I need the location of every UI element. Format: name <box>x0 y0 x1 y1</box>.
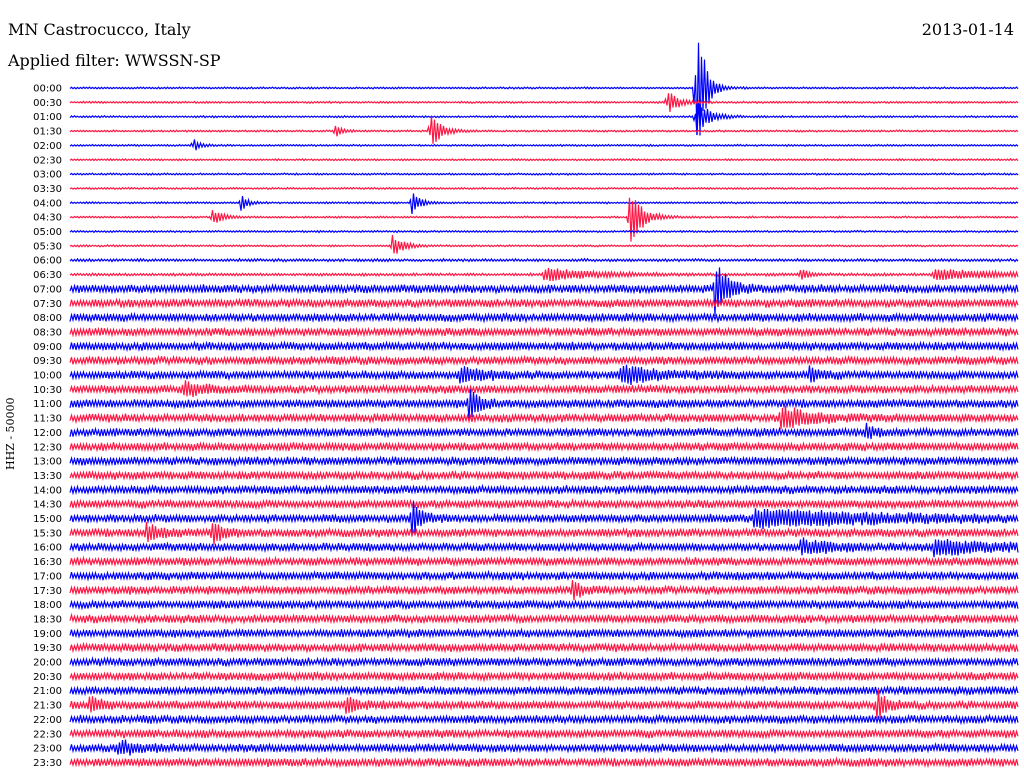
trace-1530 <box>69 522 1019 545</box>
hour-tick-label: 11:30 <box>33 414 62 425</box>
trace-1200 <box>69 422 1019 440</box>
trace-2330 <box>69 756 1019 769</box>
trace-1900 <box>69 627 1019 640</box>
trace-0330 <box>69 186 1019 191</box>
trace-1800 <box>69 598 1019 611</box>
hour-tick-label: 05:30 <box>33 241 62 252</box>
trace-0600 <box>69 257 1019 263</box>
trace-0630 <box>69 267 1019 282</box>
hour-tick-label: 19:00 <box>33 629 62 640</box>
trace-0130 <box>69 116 1019 144</box>
hour-tick-label: 12:30 <box>33 442 62 453</box>
trace-1830 <box>69 612 1019 626</box>
hour-tick-label: 20:30 <box>33 672 62 683</box>
hour-tick-label: 13:30 <box>33 471 62 482</box>
hour-tick-label: 15:00 <box>33 514 62 525</box>
trace-1630 <box>69 555 1019 568</box>
seismogram-plot: 00:00 00:30 01:00 01:30 02:00 02:30 03:00 03:30… <box>33 42 1019 769</box>
hour-tick-label: 14:30 <box>33 500 62 511</box>
hour-tick-label: 00:00 <box>33 84 62 95</box>
hour-tick-label: 16:00 <box>33 543 62 554</box>
trace-1000 <box>69 364 1019 386</box>
hour-tick-label: 10:30 <box>33 385 62 396</box>
trace-1300 <box>69 455 1019 468</box>
hour-tick-label: 07:30 <box>33 299 62 310</box>
trace-0000 <box>69 42 1019 136</box>
hour-tick-label: 08:00 <box>33 313 62 324</box>
trace-1130 <box>69 405 1019 430</box>
trace-1400 <box>69 483 1019 496</box>
trace-2230 <box>69 727 1019 741</box>
hour-tick-label: 05:00 <box>33 227 62 238</box>
hour-tick-label: 06:00 <box>33 256 62 267</box>
hour-tick-label: 18:00 <box>33 600 62 611</box>
hour-tick-label: 18:30 <box>33 614 62 625</box>
trace-1600 <box>69 537 1019 558</box>
hour-tick-label: 15:30 <box>33 528 62 539</box>
trace-2300 <box>69 739 1019 756</box>
hour-tick-label: 02:00 <box>33 141 62 152</box>
trace-2000 <box>69 656 1019 668</box>
trace-0500 <box>69 229 1019 234</box>
trace-1730 <box>69 579 1019 601</box>
hour-tick-label: 22:30 <box>33 729 62 740</box>
hour-tick-label: 11:00 <box>33 399 62 410</box>
hour-tick-label: 14:00 <box>33 485 62 496</box>
trace-1030 <box>69 380 1019 398</box>
trace-0730 <box>69 297 1019 310</box>
hour-tick-label: 01:00 <box>33 112 62 123</box>
trace-1330 <box>69 469 1019 482</box>
hour-tick-label: 09:00 <box>33 342 62 353</box>
trace-2200 <box>69 713 1019 726</box>
hour-tick-label: 17:30 <box>33 586 62 597</box>
hour-tick-label: 17:00 <box>33 571 62 582</box>
hour-tick-label: 13:00 <box>33 457 62 468</box>
trace-0200 <box>69 139 1019 151</box>
hour-tick-label: 00:30 <box>33 98 62 109</box>
trace-1230 <box>69 440 1019 453</box>
hour-tick-label: 03:00 <box>33 170 62 181</box>
hour-tick-label: 12:00 <box>33 428 62 439</box>
hour-tick-label: 09:30 <box>33 356 62 367</box>
trace-0530 <box>69 234 1019 254</box>
trace-0230 <box>69 157 1019 162</box>
hour-tick-label: 03:30 <box>33 184 62 195</box>
hour-tick-label: 16:30 <box>33 557 62 568</box>
trace-0030 <box>69 93 1019 112</box>
hour-tick-label: 04:30 <box>33 213 62 224</box>
hour-tick-label: 08:30 <box>33 327 62 338</box>
hour-tick-label: 19:30 <box>33 643 62 654</box>
hour-tick-label: 01:30 <box>33 127 62 138</box>
trace-1700 <box>69 569 1019 582</box>
hour-tick-label: 21:30 <box>33 701 62 712</box>
trace-1430 <box>69 497 1019 511</box>
helicorder-page: MN Castrocucco, Italy 2013-01-14 Applied… <box>0 0 1024 780</box>
trace-0800 <box>69 311 1019 324</box>
trace-1930 <box>69 641 1019 654</box>
hour-tick-label: 21:00 <box>33 686 62 697</box>
hour-tick-label: 23:30 <box>33 758 62 769</box>
hour-tick-label: 20:00 <box>33 658 62 669</box>
trace-0930 <box>69 354 1019 367</box>
trace-0830 <box>69 326 1019 339</box>
hour-tick-label: 06:30 <box>33 270 62 281</box>
trace-2100 <box>69 684 1019 697</box>
hour-tick-label: 07:00 <box>33 284 62 295</box>
trace-0300 <box>69 172 1019 176</box>
trace-2030 <box>69 670 1019 683</box>
hour-tick-label: 04:00 <box>33 198 62 209</box>
hour-tick-label: 10:00 <box>33 371 62 382</box>
hour-tick-label: 22:00 <box>33 715 62 726</box>
hour-tick-label: 23:00 <box>33 744 62 755</box>
hour-tick-label: 02:30 <box>33 155 62 166</box>
trace-0900 <box>69 340 1019 353</box>
